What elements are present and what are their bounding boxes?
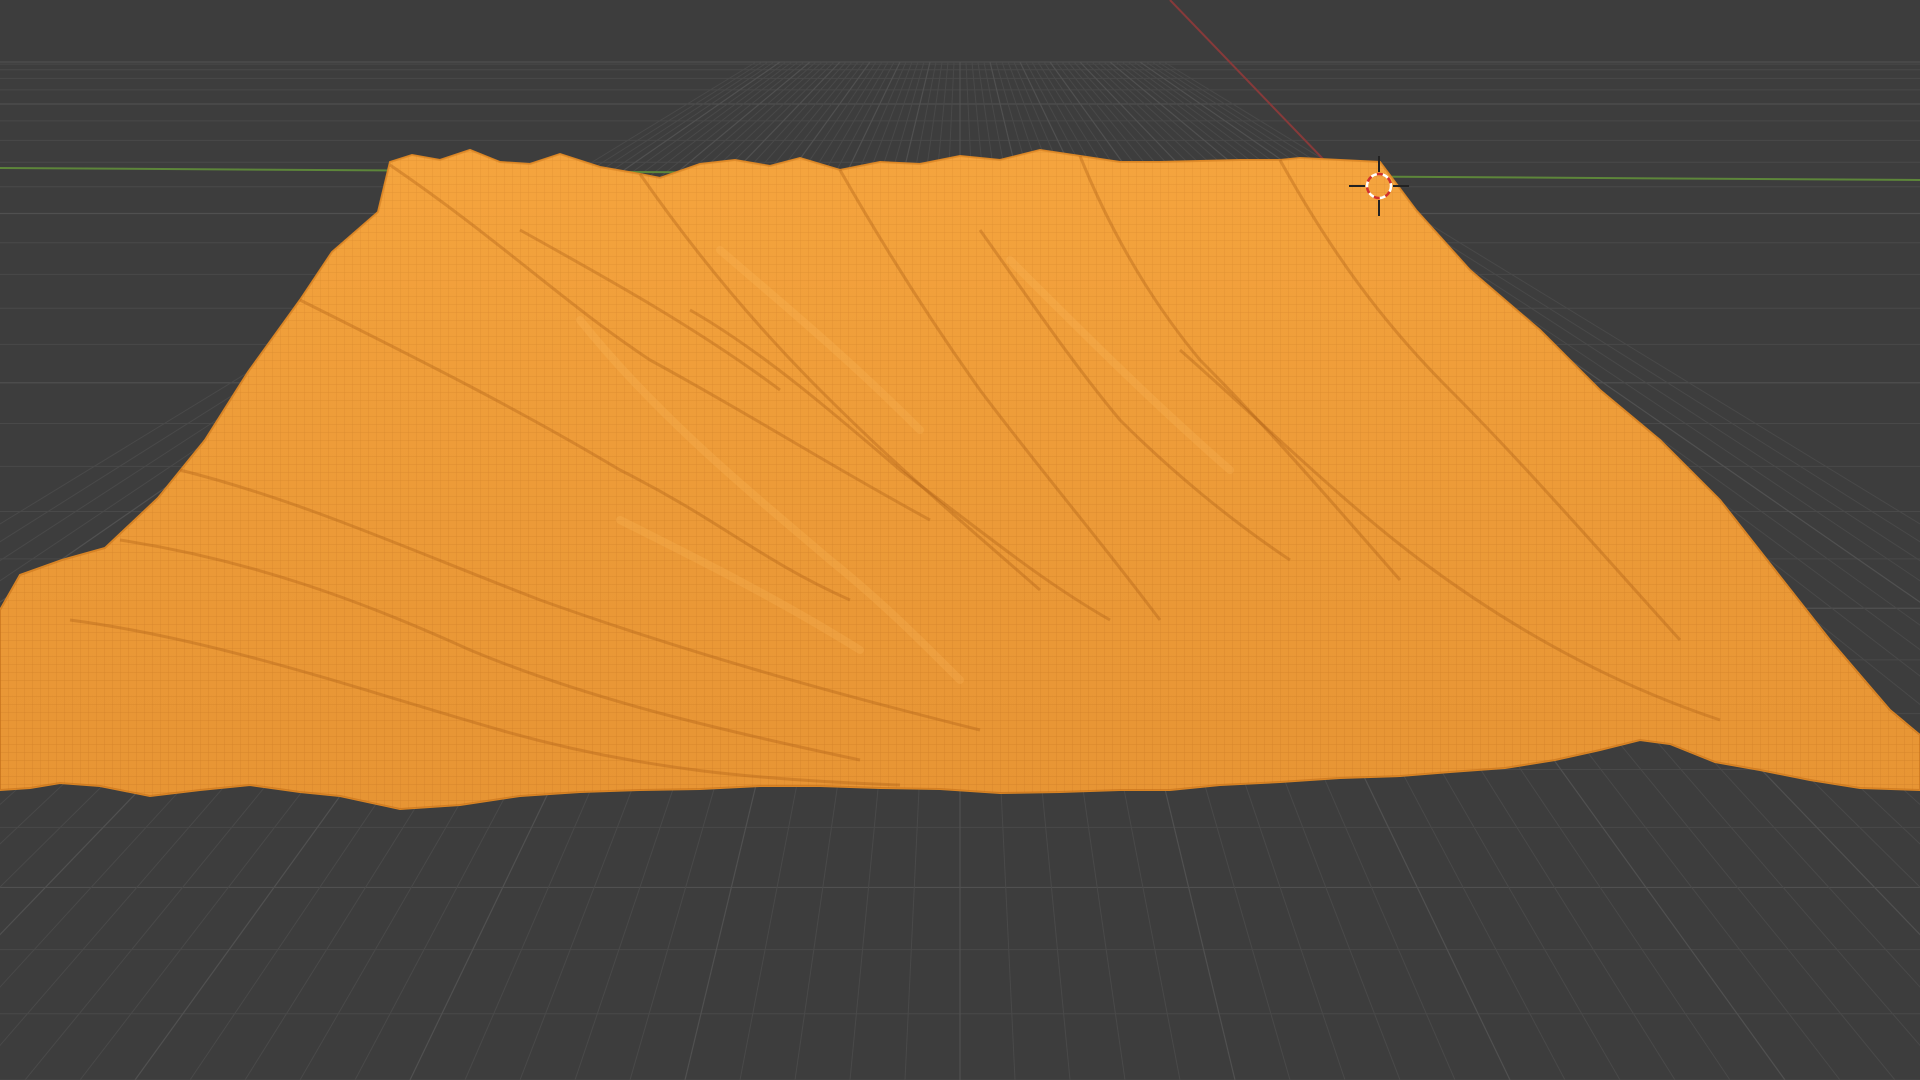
viewport-canvas[interactable] (0, 0, 1920, 1080)
3d-viewport[interactable] (0, 0, 1920, 1080)
terrain-mesh[interactable] (0, 148, 1920, 811)
terrain-shade (0, 150, 1920, 809)
